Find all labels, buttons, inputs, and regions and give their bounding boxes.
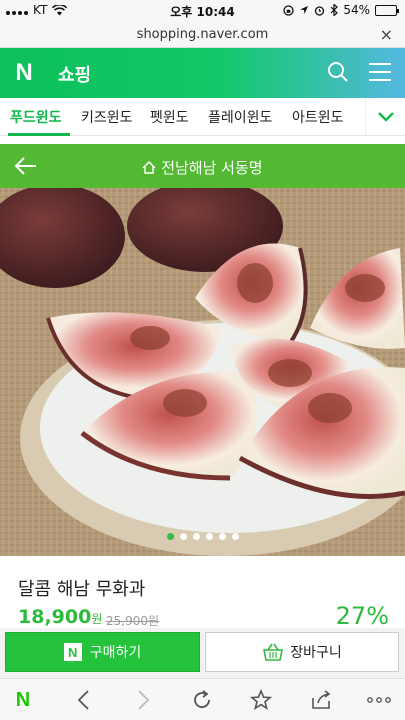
browser-toolbar: N: [0, 678, 405, 720]
home-icon: [142, 161, 156, 174]
battery-percent: 54%: [343, 3, 370, 17]
address-bar[interactable]: shopping.naver.com ×: [0, 22, 405, 48]
buy-button[interactable]: N 구매하기: [5, 632, 200, 672]
original-price: 25,900원: [106, 614, 160, 628]
purchase-bar: N 구매하기 장바구니: [0, 628, 405, 678]
reload-icon[interactable]: [189, 687, 215, 713]
app-header: N 쇼핑: [0, 48, 405, 98]
store-label: 전남해남 서동명: [161, 159, 263, 177]
basket-icon: [263, 643, 284, 661]
bluetooth-icon: [330, 4, 339, 16]
share-icon[interactable]: [308, 687, 334, 713]
active-tab-indicator: [8, 133, 70, 136]
battery-icon: [375, 4, 399, 16]
category-tabs: 푸드윈도 키즈윈도 펫윈도 플레이윈도 아트윈도: [0, 98, 405, 136]
forward-icon[interactable]: [131, 687, 157, 713]
naver-logo[interactable]: N: [8, 57, 40, 89]
npay-logo: N: [63, 643, 82, 661]
location-icon: [300, 6, 309, 14]
carousel-dot[interactable]: [166, 533, 174, 540]
search-icon[interactable]: [327, 61, 349, 83]
menu-icon[interactable]: [369, 63, 391, 81]
naver-home-icon[interactable]: N: [10, 687, 36, 713]
status-bar: KT 오후 10:44 54%: [0, 0, 405, 22]
store-bar: 전남해남 서동명: [0, 144, 405, 188]
tab-pet-window[interactable]: 펫윈도: [150, 107, 189, 127]
tabs-expand-button[interactable]: [365, 98, 405, 135]
discount-rate: 27%: [335, 602, 389, 630]
carousel-dots: [0, 533, 405, 540]
buy-button-label: 구매하기: [89, 645, 142, 661]
chevron-down-icon: [377, 111, 394, 122]
sale-price: 18,900원: [18, 606, 103, 628]
carousel-dot[interactable]: [231, 533, 239, 540]
close-icon[interactable]: ×: [380, 25, 393, 44]
page-title[interactable]: 쇼핑: [58, 61, 91, 87]
url-text[interactable]: shopping.naver.com: [0, 27, 405, 42]
tab-food-window[interactable]: 푸드윈도: [10, 107, 62, 127]
carousel-dot[interactable]: [205, 533, 213, 540]
back-icon[interactable]: [70, 687, 96, 713]
bookmark-star-icon[interactable]: [248, 687, 274, 713]
alarm-icon: [315, 5, 325, 16]
carousel-dot[interactable]: [218, 533, 226, 540]
cart-button[interactable]: 장바구니: [205, 632, 399, 672]
fig-photo: [0, 188, 405, 556]
tab-kids-window[interactable]: 키즈윈도: [81, 107, 133, 127]
product-name: 달콤 해남 무화과: [18, 579, 146, 600]
carousel-dot[interactable]: [192, 533, 200, 540]
more-icon[interactable]: [366, 687, 392, 713]
tab-art-window[interactable]: 아트윈도: [292, 107, 344, 127]
store-name[interactable]: 전남해남 서동명: [0, 157, 405, 178]
carousel-dot[interactable]: [179, 533, 187, 540]
rotation-lock-icon: [283, 4, 294, 16]
product-image[interactable]: [0, 188, 405, 556]
tab-play-window[interactable]: 플레이윈도: [208, 107, 272, 127]
cart-button-label: 장바구니: [290, 645, 342, 661]
